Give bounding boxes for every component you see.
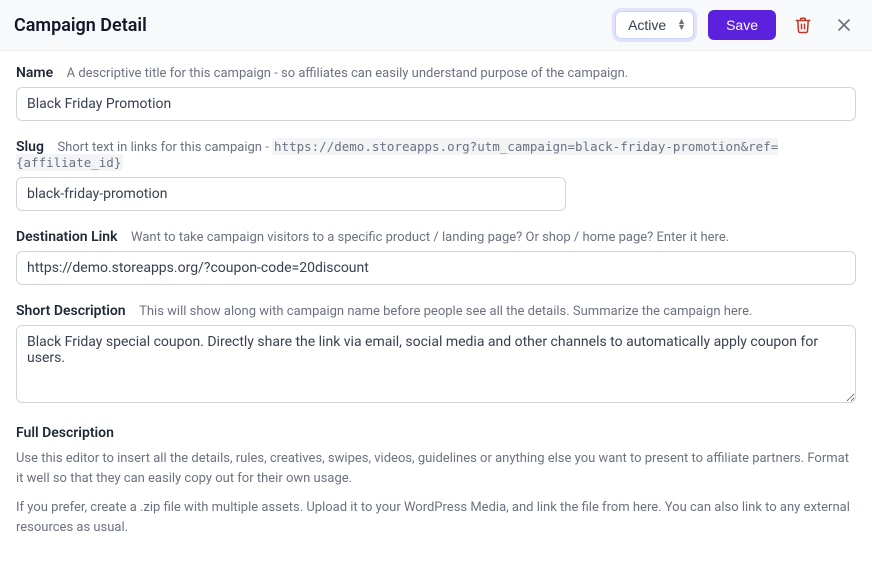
form-content: Name A descriptive title for this campai…	[0, 51, 872, 563]
slug-hint: Short text in links for this campaign - …	[16, 140, 778, 171]
name-hint: A descriptive title for this campaign - …	[67, 66, 629, 81]
slug-input[interactable]	[16, 177, 566, 211]
trash-icon	[794, 16, 812, 34]
field-slug: Slug Short text in links for this campai…	[16, 139, 856, 211]
destination-label: Destination Link	[16, 229, 118, 245]
field-full-description: Full Description Use this editor to inse…	[16, 425, 856, 537]
status-select[interactable]: Active	[615, 11, 694, 39]
full-desc-p2: If you prefer, create a .zip file with m…	[16, 498, 856, 537]
page-title: Campaign Detail	[14, 15, 615, 36]
delete-button[interactable]	[790, 12, 816, 38]
name-label: Name	[16, 65, 53, 81]
save-button[interactable]: Save	[708, 10, 776, 40]
full-desc-p1: Use this editor to insert all the detail…	[16, 449, 856, 488]
field-destination: Destination Link Want to take campaign v…	[16, 229, 856, 285]
slug-label: Slug	[16, 139, 44, 155]
destination-input[interactable]	[16, 251, 856, 285]
short-desc-hint: This will show along with campaign name …	[139, 304, 752, 319]
close-icon	[834, 15, 854, 35]
modal-header: Campaign Detail Active ▲▼ Save	[0, 0, 872, 51]
short-desc-label: Short Description	[16, 303, 126, 319]
status-select-wrap: Active ▲▼	[615, 11, 694, 39]
close-button[interactable]	[830, 11, 858, 39]
field-short-description: Short Description This will show along w…	[16, 303, 856, 407]
slug-hint-prefix: Short text in links for this campaign -	[57, 140, 272, 155]
name-input[interactable]	[16, 87, 856, 121]
short-desc-textarea[interactable]	[16, 325, 856, 403]
full-desc-label: Full Description	[16, 425, 856, 441]
field-name: Name A descriptive title for this campai…	[16, 65, 856, 121]
destination-hint: Want to take campaign visitors to a spec…	[131, 230, 729, 245]
